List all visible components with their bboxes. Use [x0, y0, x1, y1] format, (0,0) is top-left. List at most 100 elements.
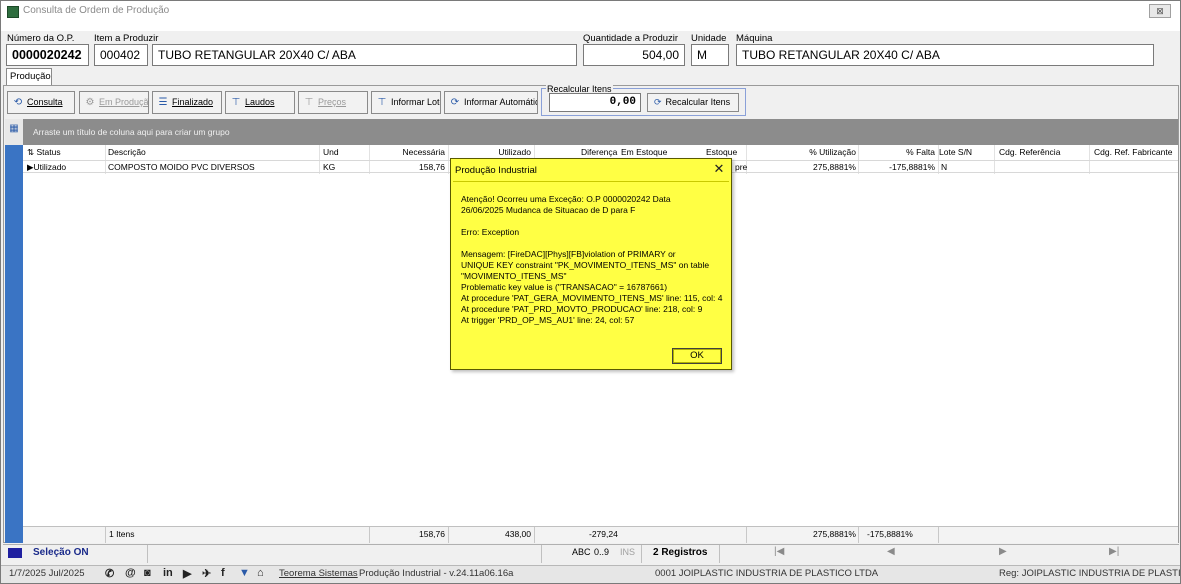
maquina-field[interactable]: TUBO RETANGULAR 20X40 C/ ABA [736, 44, 1154, 66]
range-indicator: 0..9 [594, 547, 610, 557]
row-status-cell[interactable]: ▶Utilizado [27, 161, 66, 173]
column-header-status[interactable]: ⇅ Status [27, 147, 61, 158]
app-icon [7, 6, 19, 18]
column-header-falta[interactable]: % Falta [861, 147, 935, 157]
footer-divider [534, 527, 535, 543]
column-header-cdg-referencia[interactable]: Cdg. Referência [999, 147, 1060, 157]
footer-divider [105, 527, 106, 543]
twitter-icon[interactable]: ✈ [202, 567, 211, 580]
status-date: 1/7/2025 Jul/2025 [9, 568, 85, 579]
error-dialog: Produção Industrial ✕ Atenção! Ocorreu u… [450, 158, 732, 370]
tab-producao[interactable]: Produção [6, 68, 52, 86]
next-record-icon[interactable]: ▶ [999, 546, 1007, 557]
nav-divider [641, 545, 642, 563]
prev-record-icon[interactable]: ◀ [887, 546, 895, 557]
consulta-button[interactable]: ⟲ Consulta [7, 91, 75, 114]
linkedin-icon[interactable]: in [163, 567, 173, 579]
nav-divider [147, 545, 148, 563]
column-header-estoque[interactable]: Estoque [706, 147, 737, 157]
footer-itens: 1 Itens [109, 529, 135, 539]
dialog-line: At trigger 'PRD_OP_MS_AU1' line: 24, col… [461, 315, 635, 325]
item-code-field[interactable]: 000402 [94, 44, 148, 66]
footer-falta: -175,8881% [867, 529, 913, 539]
dialog-close-icon[interactable]: ✕ [711, 161, 727, 177]
precos-button[interactable]: ⊤ Preços [298, 91, 368, 114]
dialog-line: Erro: Exception [461, 227, 520, 237]
last-record-icon[interactable]: ▶| [1109, 546, 1119, 557]
informar-automatico-button[interactable]: ⟳ Informar Automático [444, 91, 538, 114]
grid-side-strip: ▦ [5, 119, 23, 543]
filter-icon: ⊤ [231, 97, 241, 108]
footer-divider [746, 527, 747, 543]
youtube-icon[interactable]: ▶ [183, 567, 191, 580]
finalizado-label: Finalizado [172, 97, 214, 107]
dialog-line: 26/06/2025 Mudanca de Situacao de D para… [461, 205, 636, 215]
dialog-line: Atenção! Ocorreu uma Exceção: O.P 000002… [461, 194, 671, 204]
consulta-label: Consulta [27, 97, 63, 107]
column-header-utilizado[interactable]: Utilizado [451, 147, 531, 157]
dialog-line: Mensagem: [FireDAC][Phys][FB]violation o… [461, 249, 676, 259]
nav-divider [719, 545, 720, 563]
teorema-link[interactable]: Teorema Sistemas [279, 568, 358, 579]
numero-op-field[interactable]: 0000020242 [6, 44, 89, 66]
window-close-button[interactable]: ⊠ [1149, 4, 1171, 18]
row-descricao-cell[interactable]: COMPOSTO MOIDO PVC DIVERSOS [108, 161, 255, 173]
row-necessaria-cell[interactable]: 158,76 [371, 161, 445, 173]
laudos-button[interactable]: ⊤ Laudos [225, 91, 295, 114]
first-record-icon[interactable]: |◀ [774, 546, 784, 557]
row-und-cell[interactable]: KG [323, 161, 335, 173]
footer-divider [938, 527, 939, 543]
em-producao-button[interactable]: ⚙ Em Produção [79, 91, 149, 114]
filter-icon: ⊤ [304, 97, 314, 108]
recalcular-value-field[interactable]: 0,00 [549, 93, 641, 112]
item-description-field[interactable]: TUBO RETANGULAR 20X40 C/ ABA [152, 44, 577, 66]
column-header-lote[interactable]: Lote S/N [939, 147, 972, 157]
column-header-utilizacao[interactable]: % Utilização [761, 147, 856, 157]
status-company: 0001 JOIPLASTIC INDUSTRIA DE PLASTICO LT… [655, 568, 879, 579]
title-bar: Consulta de Ordem de Produção ⊠ [1, 1, 1180, 31]
informar-lotes-button[interactable]: ⊤ Informar Lotes [371, 91, 441, 114]
status-version: Produção Industrial - v.24.11a06.16a [359, 568, 514, 579]
column-header-und[interactable]: Und [323, 147, 339, 157]
recalcular-itens-button[interactable]: ⟳ Recalcular Itens [647, 93, 739, 112]
row-estoque-cell[interactable]: pre [735, 161, 747, 173]
at-icon[interactable]: @ [125, 567, 136, 579]
filter-icon: ⊤ [377, 97, 387, 108]
row-lote-cell[interactable]: N [941, 161, 947, 173]
laudos-label: Laudos [245, 97, 275, 107]
row-falta-cell[interactable]: -175,8881% [861, 161, 935, 173]
footer-utilizacao: 275,8881% [812, 529, 856, 539]
selecao-status[interactable]: Seleção ON [33, 547, 89, 558]
unidade-label: Unidade [691, 33, 727, 44]
column-header-descricao[interactable]: Descrição [108, 147, 146, 157]
grid-options-icon[interactable]: ▦ [5, 119, 23, 145]
finalizado-button[interactable]: ☰ Finalizado [152, 91, 222, 114]
filter-icon[interactable]: ▼ [239, 567, 250, 579]
app-window: Consulta de Ordem de Produção ⊠ Número d… [0, 0, 1181, 584]
list-icon: ☰ [158, 97, 168, 108]
dialog-body: Atenção! Ocorreu uma Exceção: O.P 000002… [453, 181, 729, 367]
footer-utilizado: 438,00 [505, 529, 531, 539]
column-header-cdg-ref-fabricante[interactable]: Cdg. Ref. Fabricante [1094, 147, 1172, 157]
abc-indicator: ABC [572, 547, 591, 557]
column-header-necessaria[interactable]: Necessária [371, 147, 445, 157]
quantidade-field[interactable]: 504,00 [583, 44, 685, 66]
graduation-icon[interactable]: ⌂ [257, 567, 264, 579]
unidade-field[interactable]: M [691, 44, 729, 66]
footer-divider [858, 527, 859, 543]
nav-divider [541, 545, 542, 563]
column-header-diferenca[interactable]: Diferença [581, 147, 617, 157]
refresh-icon: ⟲ [13, 97, 23, 108]
gear-icon: ⚙ [85, 97, 95, 108]
column-header-em-estoque[interactable]: Em Estoque [621, 147, 667, 157]
whatsapp-icon[interactable]: ✆ [105, 567, 114, 580]
dialog-line: At procedure 'PAT_PRD_MOVTO_PRODUCAO' li… [461, 304, 703, 314]
dialog-line: At procedure 'PAT_GERA_MOVIMENTO_ITENS_M… [461, 293, 723, 303]
facebook-icon[interactable]: f [221, 567, 225, 579]
group-by-bar[interactable]: Arraste um título de coluna aqui para cr… [23, 119, 1178, 145]
instagram-icon[interactable]: ◙ [144, 567, 151, 579]
dialog-line: Problematic key value is ("TRANSACAO" = … [461, 282, 668, 292]
ok-button[interactable]: OK [672, 348, 722, 364]
precos-label: Preços [318, 97, 347, 107]
row-utilizacao-cell[interactable]: 275,8881% [761, 161, 856, 173]
